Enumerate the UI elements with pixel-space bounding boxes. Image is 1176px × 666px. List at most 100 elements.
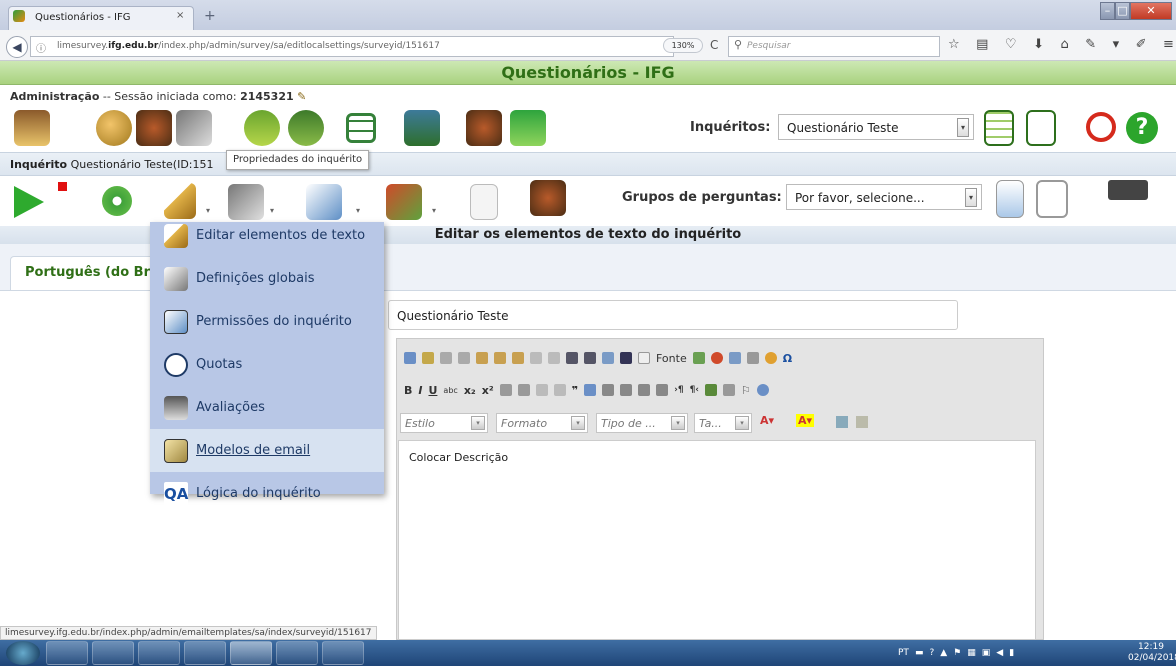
copy-icon[interactable]: [458, 352, 470, 364]
new-group-icon[interactable]: [1036, 180, 1068, 218]
cloud-icon[interactable]: ▲: [940, 648, 947, 658]
taskbar-network-icon[interactable]: [276, 641, 318, 665]
select-all-icon[interactable]: [602, 352, 614, 364]
bullet-list-icon[interactable]: [517, 384, 530, 396]
format-combo[interactable]: Formato ▾: [496, 413, 588, 433]
template-icon[interactable]: [422, 352, 434, 364]
paste-text-icon[interactable]: [494, 352, 506, 364]
taskbar-ie-icon[interactable]: [46, 641, 88, 665]
remove-format-icon[interactable]: [620, 352, 632, 364]
surveys-select[interactable]: Questionário Teste ▾: [778, 114, 974, 140]
indent-icon[interactable]: [553, 384, 566, 396]
keyboard-icon[interactable]: ▬: [915, 648, 924, 658]
info-icon[interactable]: ⓘ: [36, 40, 46, 55]
network-icon[interactable]: ▦: [967, 648, 976, 658]
menu-item-survey-logic[interactable]: QA Lógica do inquérito: [150, 472, 384, 515]
superscript-icon[interactable]: x²: [482, 384, 494, 397]
align-right-icon[interactable]: [638, 384, 651, 396]
image-icon[interactable]: [692, 352, 705, 364]
monitor-icon[interactable]: [404, 110, 440, 146]
responses-icon[interactable]: [386, 184, 422, 220]
extension-icon[interactable]: ✎: [1085, 37, 1096, 52]
underline-icon[interactable]: U: [428, 384, 437, 397]
source-icon[interactable]: [404, 352, 416, 364]
close-window-icon[interactable]: ✕: [1130, 2, 1172, 20]
grid-icon[interactable]: [346, 113, 376, 143]
menu-item-assessments[interactable]: Avaliações: [150, 386, 384, 429]
justify-icon[interactable]: [656, 384, 669, 396]
menu-item-permissions[interactable]: Permissões do inquérito: [150, 300, 384, 343]
replace-icon[interactable]: [584, 352, 596, 364]
document-icon[interactable]: [470, 184, 498, 220]
taskbar-media-icon[interactable]: [138, 641, 180, 665]
maximize-icon[interactable]: □: [1115, 2, 1130, 20]
power-tray-icon[interactable]: ▮: [1009, 648, 1014, 658]
language-indicator[interactable]: PT: [898, 648, 909, 658]
text-color-icon[interactable]: A▾: [760, 414, 774, 427]
survey-list-icon[interactable]: [984, 110, 1014, 146]
new-survey-icon[interactable]: [1026, 110, 1056, 146]
help-tray-icon[interactable]: ?: [929, 648, 934, 658]
help-icon[interactable]: ?: [1126, 112, 1158, 144]
editor-body[interactable]: Colocar Descrição: [398, 440, 1036, 640]
outdent-icon[interactable]: [535, 384, 548, 396]
question-groups-select[interactable]: Por favor, selecione... ▾: [786, 184, 982, 210]
tab-language[interactable]: Português (do Br: [10, 256, 170, 290]
horizontal-rule-icon[interactable]: [746, 352, 759, 364]
menu-item-quotas[interactable]: Quotas: [150, 343, 384, 386]
menu-icon[interactable]: ≡: [1163, 37, 1174, 52]
user-groups-icon[interactable]: [466, 110, 502, 146]
div-icon[interactable]: [584, 384, 597, 396]
taskbar-firefox-icon[interactable]: [230, 641, 272, 665]
taskbar-app-icon[interactable]: [184, 641, 226, 665]
smiley-icon[interactable]: [764, 352, 777, 364]
subscript-icon[interactable]: x₂: [464, 384, 476, 397]
start-button-icon[interactable]: [6, 641, 40, 665]
zoom-level[interactable]: 130%: [663, 38, 703, 53]
ltr-icon[interactable]: ›¶: [674, 385, 683, 395]
search-input[interactable]: Pesquisar: [728, 36, 940, 57]
show-blocks-icon[interactable]: [856, 416, 868, 428]
tray-app-icon[interactable]: ▣: [982, 648, 991, 658]
taskbar-explorer-icon[interactable]: [92, 641, 134, 665]
blockquote-icon[interactable]: ❞: [572, 384, 578, 397]
participants-icon[interactable]: [530, 180, 566, 216]
reload-icon[interactable]: C: [710, 38, 718, 52]
find-icon[interactable]: [566, 352, 578, 364]
style-combo[interactable]: Estilo ▾: [400, 413, 488, 433]
pen-icon[interactable]: ✐: [1136, 37, 1147, 52]
numbered-list-icon[interactable]: [499, 384, 512, 396]
reorder-arrows-icon[interactable]: [996, 180, 1024, 218]
cut-icon[interactable]: [440, 352, 452, 364]
taskbar-word-icon[interactable]: [322, 641, 364, 665]
link-icon[interactable]: [705, 384, 717, 396]
logout-power-icon[interactable]: [1086, 112, 1116, 142]
url-bar[interactable]: limesurvey.ifg.edu.br/index.php/admin/su…: [30, 36, 674, 57]
undo-icon[interactable]: [530, 352, 542, 364]
minimize-icon[interactable]: –: [1100, 2, 1115, 20]
key-icon[interactable]: [96, 110, 132, 146]
back-arrow-icon[interactable]: ◀: [6, 36, 28, 58]
align-center-icon[interactable]: [620, 384, 633, 396]
plugin-icon[interactable]: [510, 110, 546, 146]
bold-icon[interactable]: B: [404, 384, 412, 397]
home-icon[interactable]: ⌂: [1060, 37, 1068, 52]
volume-icon[interactable]: ◀: [996, 648, 1003, 658]
rtl-icon[interactable]: ¶‹: [690, 385, 699, 395]
special-char-icon[interactable]: Ω: [783, 352, 792, 365]
table-icon[interactable]: [728, 352, 741, 364]
gear-icon[interactable]: [102, 186, 132, 216]
activate-play-icon[interactable]: [14, 186, 44, 218]
bookmark-star-icon[interactable]: ☆: [948, 37, 960, 52]
new-tab-icon[interactable]: +: [204, 8, 216, 24]
font-size-combo[interactable]: Ta... ▾: [694, 413, 752, 433]
flash-icon[interactable]: [710, 352, 723, 364]
menu-item-email-templates[interactable]: Modelos de email: [150, 429, 384, 472]
paste-word-icon[interactable]: [512, 352, 524, 364]
home-store-icon[interactable]: [14, 110, 50, 146]
menu-item-edit-text[interactable]: Editar elementos de texto: [150, 214, 384, 257]
close-panels-icon[interactable]: [1108, 180, 1148, 200]
tools-icon[interactable]: [176, 110, 212, 146]
font-button[interactable]: Fonte: [656, 352, 687, 365]
tab-close-icon[interactable]: ×: [176, 10, 184, 21]
